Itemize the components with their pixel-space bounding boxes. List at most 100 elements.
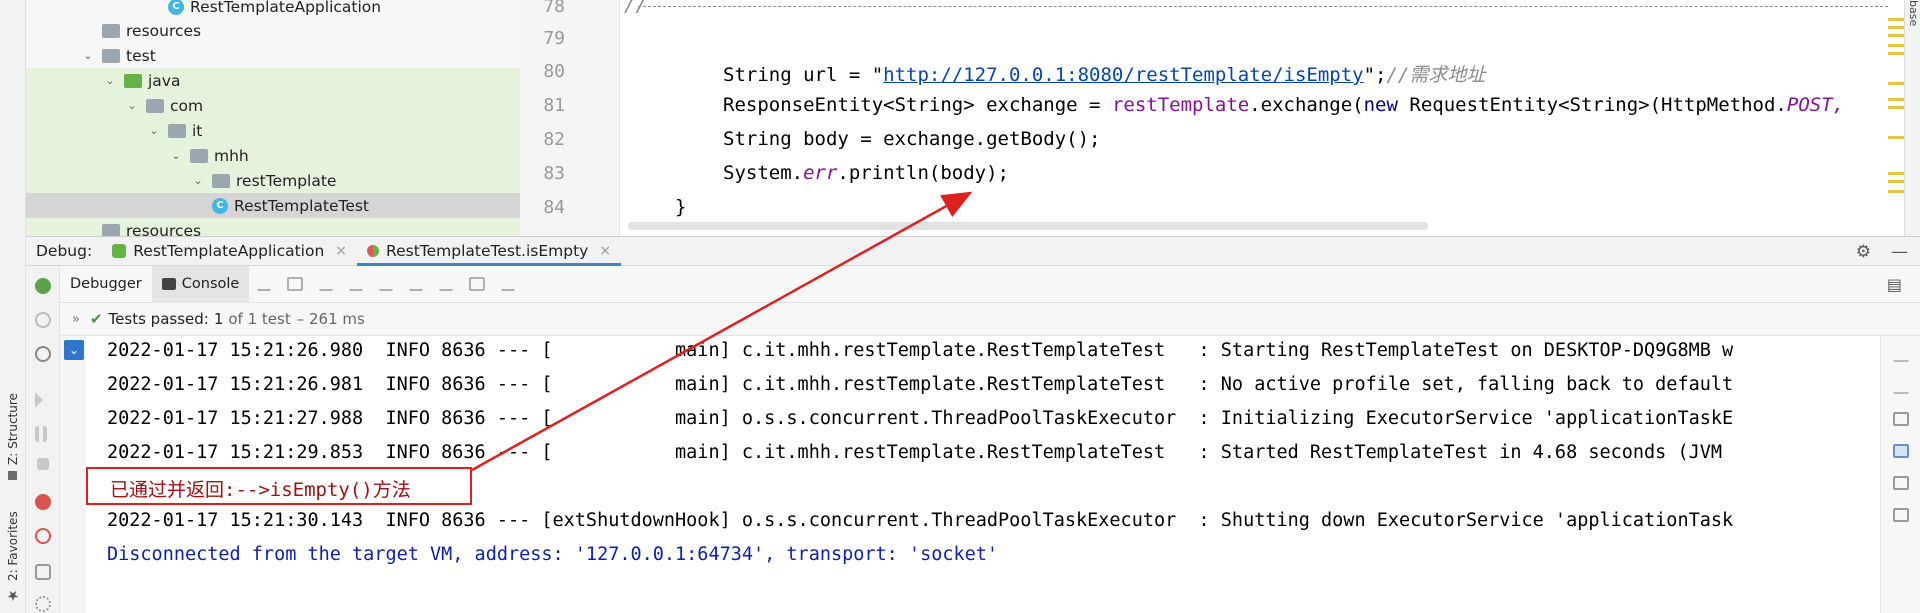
- step-over-icon[interactable]: [319, 277, 334, 291]
- gear-icon[interactable]: ⚙: [1856, 242, 1871, 262]
- up-arrow-icon[interactable]: [1893, 348, 1909, 362]
- debug-header-actions: ⚙ —: [1856, 237, 1908, 267]
- stripe-mark[interactable]: [1888, 82, 1904, 85]
- tree-item-java[interactable]: ⌄ java: [26, 68, 520, 93]
- structure-tab-label: Z: Structure: [6, 393, 20, 465]
- chevron-down-icon[interactable]: ⌄: [190, 174, 206, 187]
- tree-item-test[interactable]: ⌄ test: [26, 43, 520, 68]
- test-run-icon: [367, 245, 380, 257]
- code-editor[interactable]: 78 79 80 81 82 83 84 // String url = "ht…: [520, 0, 1920, 236]
- code-text: String url = ": [723, 64, 884, 86]
- down-arrow-icon[interactable]: [1893, 380, 1909, 394]
- bug-icon[interactable]: [35, 278, 51, 294]
- chevron-down-icon[interactable]: ⌄: [102, 74, 118, 87]
- run-to-cursor-icon[interactable]: [439, 277, 454, 291]
- chevron-down-icon[interactable]: ⌄: [168, 149, 184, 162]
- stripe-mark[interactable]: [1888, 172, 1904, 175]
- print-icon[interactable]: [1893, 476, 1909, 490]
- mute-breakpoints-icon[interactable]: [35, 528, 51, 544]
- tab-label: RestTemplateApplication: [133, 242, 325, 260]
- line-number: 81: [543, 95, 565, 116]
- tab-label: Debugger: [70, 276, 142, 292]
- stop-icon[interactable]: [37, 458, 49, 470]
- trash-icon[interactable]: [1893, 508, 1909, 522]
- editor-horizontal-scrollbar[interactable]: [628, 222, 1428, 230]
- code-line-80: String url = "http://127.0.0.1:8080/rest…: [723, 60, 1485, 87]
- tree-item-it[interactable]: ⌄ it: [26, 118, 520, 143]
- error-stripe[interactable]: [1886, 0, 1904, 236]
- debug-label: Debug:: [36, 242, 93, 260]
- tab-label: RestTemplateTest.isEmpty: [386, 242, 589, 260]
- close-icon[interactable]: ×: [599, 243, 611, 259]
- close-icon[interactable]: ×: [335, 243, 347, 259]
- rerun-icon[interactable]: [35, 312, 51, 328]
- expand-chevron-icon[interactable]: »: [72, 312, 80, 327]
- camera-icon[interactable]: [35, 564, 51, 580]
- show-execution-point-icon[interactable]: [287, 277, 304, 291]
- stripe-mark[interactable]: [1888, 34, 1904, 37]
- tree-item-resources[interactable]: resources: [26, 18, 520, 43]
- code-comment: //需求地址: [1386, 64, 1486, 86]
- tree-item-resttemplate[interactable]: ⌄ restTemplate: [26, 168, 520, 193]
- settings-icon[interactable]: [35, 596, 51, 612]
- chevron-down-icon[interactable]: ⌄: [146, 124, 162, 137]
- stripe-mark[interactable]: [1888, 18, 1904, 21]
- tree-item-resources[interactable]: resources: [26, 218, 520, 236]
- line-number: 84: [543, 197, 565, 218]
- tab-debugger[interactable]: Debugger: [60, 266, 152, 303]
- code-field: err: [803, 162, 838, 184]
- soft-wrap-icon[interactable]: [1893, 412, 1909, 426]
- step-into-icon[interactable]: [349, 277, 364, 291]
- tab-label: Console: [181, 276, 240, 292]
- stripe-mark[interactable]: [1888, 26, 1904, 29]
- force-step-into-icon[interactable]: [379, 277, 394, 291]
- annotation-callout: 已通过并返回:-->isEmpty()方法: [86, 467, 472, 505]
- tree-item-resttemplateapplication[interactable]: C RestTemplateApplication: [26, 0, 520, 19]
- layout-settings-icon[interactable]: ▤: [1887, 275, 1902, 294]
- tree-item-label: it: [192, 121, 203, 140]
- code-text: ";: [1363, 64, 1387, 86]
- view-breakpoints-icon[interactable]: [35, 494, 51, 510]
- code-url-link[interactable]: http://127.0.0.1:8080/restTemplate/isEmp…: [883, 64, 1363, 86]
- favorites-tool-tab[interactable]: ★ 2: Favorites: [2, 498, 24, 603]
- chevron-down-icon[interactable]: ⌄: [64, 340, 84, 360]
- debug-tool-window-header: Debug: RestTemplateApplication × RestTem…: [26, 236, 1920, 266]
- tab-console[interactable]: Console: [151, 265, 250, 303]
- scroll-to-end-icon[interactable]: [1893, 444, 1909, 458]
- tree-item-label: RestTemplateTest: [234, 196, 370, 215]
- menu-icon[interactable]: [257, 277, 272, 291]
- evaluate-expression-icon[interactable]: [469, 277, 486, 291]
- stripe-mark[interactable]: [1888, 180, 1904, 183]
- chevron-down-icon[interactable]: ⌄: [124, 99, 140, 112]
- tree-item-mhh[interactable]: ⌄ mhh: [26, 143, 520, 168]
- pause-icon[interactable]: [35, 426, 47, 442]
- stripe-mark[interactable]: [1888, 44, 1904, 47]
- tree-item-com[interactable]: ⌄ com: [26, 93, 520, 118]
- stripe-mark[interactable]: [1888, 136, 1904, 139]
- stripe-mark[interactable]: [1888, 98, 1904, 101]
- tree-item-label: com: [170, 96, 204, 115]
- tree-item-label: RestTemplateApplication: [190, 0, 382, 16]
- minimize-icon[interactable]: —: [1891, 242, 1908, 262]
- favorites-tab-label: 2: Favorites: [6, 511, 20, 581]
- step-out-icon[interactable]: [409, 277, 424, 291]
- database-tool-tab[interactable]: base: [1904, 0, 1920, 236]
- tests-passed-count: 1: [213, 310, 224, 328]
- tab-rest-template-test-isempty[interactable]: RestTemplateTest.isEmpty ×: [357, 236, 622, 266]
- tab-rest-template-application[interactable]: RestTemplateApplication ×: [102, 236, 357, 266]
- chevron-down-icon[interactable]: ⌄: [80, 49, 96, 62]
- console-disconnected-line: Disconnected from the target VM, address…: [107, 544, 999, 565]
- structure-tool-tab[interactable]: Z: Structure: [2, 380, 24, 480]
- trace-icon[interactable]: [501, 277, 516, 291]
- stripe-mark[interactable]: [1888, 190, 1904, 193]
- restore-layout-icon[interactable]: [35, 346, 51, 362]
- console-line: 2022-01-17 15:21:26.981 INFO 8636 --- [ …: [107, 374, 1734, 395]
- tree-item-resttemplatetest[interactable]: C RestTemplateTest: [26, 193, 520, 218]
- resume-icon[interactable]: [35, 392, 43, 408]
- folder-icon: [102, 48, 120, 63]
- star-icon: ★: [5, 587, 21, 603]
- console-line: 2022-01-17 15:21:29.853 INFO 8636 --- [ …: [107, 442, 1734, 463]
- stripe-mark[interactable]: [1888, 106, 1904, 109]
- stripe-mark[interactable]: [1888, 52, 1904, 55]
- test-status-bar: » ✔ Tests passed: 1 of 1 test – 261 ms: [60, 303, 1920, 336]
